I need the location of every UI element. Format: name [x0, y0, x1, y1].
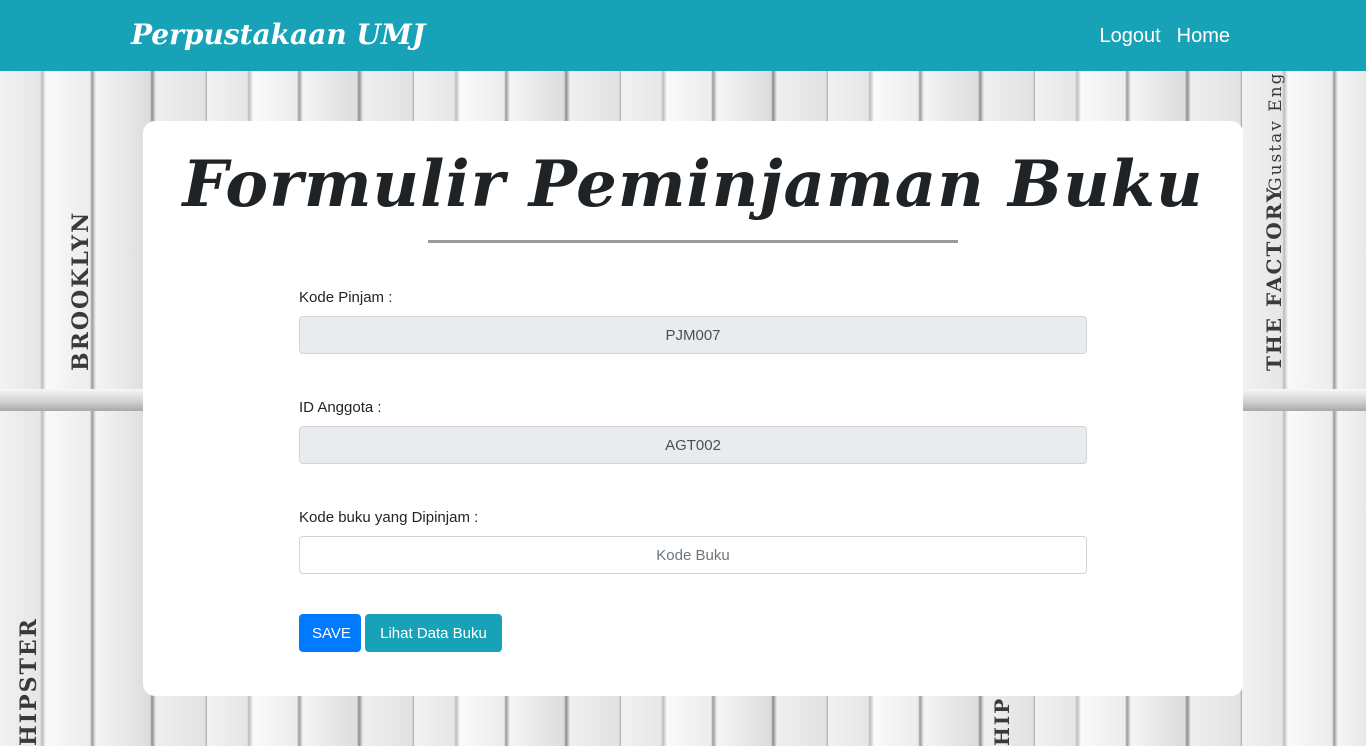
id-anggota-label: ID Anggota : — [299, 399, 382, 416]
form-card: Formulir Peminjaman Buku Kode Pinjam : I… — [143, 121, 1243, 696]
brand-logo[interactable]: Perpustakaan UMJ — [131, 18, 425, 51]
spine-hipster: HIPSTER — [16, 617, 42, 746]
spine-gustav-engel: Gustav Engel — [1266, 71, 1286, 191]
spine-brooklyn: BROOKLYN — [68, 210, 94, 371]
save-button[interactable]: SAVE — [299, 614, 361, 652]
title-underline — [428, 240, 958, 243]
nav-home-link[interactable]: Home — [1177, 25, 1230, 48]
kode-buku-input[interactable] — [299, 536, 1087, 574]
id-anggota-input[interactable] — [299, 426, 1087, 464]
navbar: Perpustakaan UMJ Logout Home — [0, 0, 1366, 71]
lihat-data-buku-button[interactable]: Lihat Data Buku — [365, 614, 502, 652]
kode-pinjam-input[interactable] — [299, 316, 1087, 354]
spine-the-factory: THE FACTORY — [1262, 185, 1286, 371]
kode-pinjam-label: Kode Pinjam : — [299, 289, 393, 306]
nav-logout-link[interactable]: Logout — [1099, 25, 1160, 48]
page-title: Formulir Peminjaman Buku — [182, 147, 1204, 222]
kode-buku-label: Kode buku yang Dipinjam : — [299, 509, 479, 526]
nav-links: Logout Home — [1099, 25, 1230, 48]
